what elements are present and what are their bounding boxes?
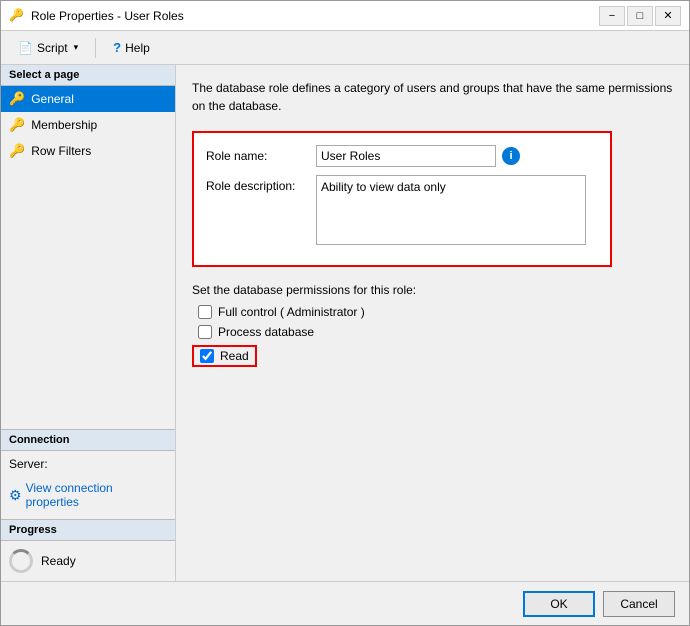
toolbar-separator	[95, 38, 96, 58]
script-label: Script	[37, 41, 68, 55]
role-name-row: Role name: i	[206, 145, 598, 167]
checkbox-row-full: Full control ( Administrator )	[192, 305, 673, 319]
restore-button[interactable]: □	[627, 6, 653, 26]
connection-content: Server: ⚙ View connection properties	[1, 451, 175, 519]
server-label: Server:	[9, 457, 167, 471]
script-button[interactable]: 📄 Script ▾	[11, 37, 85, 59]
help-button[interactable]: ? Help	[106, 36, 157, 59]
sidebar-item-membership-label: Membership	[31, 118, 97, 132]
title-bar-controls: − □ ✕	[599, 6, 681, 26]
role-name-input[interactable]	[316, 145, 496, 167]
cancel-button[interactable]: Cancel	[603, 591, 675, 617]
full-control-label: Full control ( Administrator )	[218, 305, 365, 319]
full-control-checkbox[interactable]	[198, 305, 212, 319]
select-page-title: Select a page	[1, 65, 175, 86]
minimize-button[interactable]: −	[599, 6, 625, 26]
view-connection-link[interactable]: ⚙ View connection properties	[9, 477, 167, 513]
role-description-textarea[interactable]: Ability to view data only	[316, 175, 586, 245]
help-icon: ?	[113, 40, 121, 55]
content-area: The database role defines a category of …	[176, 65, 689, 581]
permissions-section: Set the database permissions for this ro…	[192, 283, 673, 367]
role-name-input-group: i	[316, 145, 598, 167]
rowfilters-icon: 🔑	[9, 143, 25, 159]
footer: OK Cancel	[1, 581, 689, 625]
toolbar: 📄 Script ▾ ? Help	[1, 31, 689, 65]
sidebar-item-general[interactable]: 🔑 General	[1, 86, 175, 112]
script-dropdown-arrow: ▾	[74, 42, 79, 53]
help-label: Help	[125, 41, 150, 55]
form-section: Role name: i Role description: Ability t…	[192, 131, 612, 267]
sidebar-item-membership[interactable]: 🔑 Membership	[1, 112, 175, 138]
info-icon[interactable]: i	[502, 147, 520, 165]
window-title: Role Properties - User Roles	[31, 9, 184, 23]
ready-label: Ready	[41, 554, 76, 568]
close-button[interactable]: ✕	[655, 6, 681, 26]
window-icon: 🔑	[9, 8, 25, 24]
ok-button[interactable]: OK	[523, 591, 595, 617]
description-text: The database role defines a category of …	[192, 79, 673, 115]
title-bar-left: 🔑 Role Properties - User Roles	[9, 8, 184, 24]
main-window: 🔑 Role Properties - User Roles − □ ✕ 📄 S…	[0, 0, 690, 626]
role-description-row: Role description: Ability to view data o…	[206, 175, 598, 245]
view-connection-icon: ⚙	[9, 487, 22, 504]
sidebar-item-general-label: General	[31, 92, 74, 106]
progress-content: Ready	[1, 541, 175, 581]
view-connection-label: View connection properties	[26, 481, 167, 509]
sidebar-item-rowfilters-label: Row Filters	[31, 144, 91, 158]
role-description-label: Role description:	[206, 175, 316, 193]
process-database-label: Process database	[218, 325, 314, 339]
checkbox-row-read: Read	[192, 345, 257, 367]
general-icon: 🔑	[9, 91, 25, 107]
role-name-label: Role name:	[206, 145, 316, 163]
progress-spinner	[9, 549, 33, 573]
process-database-checkbox[interactable]	[198, 325, 212, 339]
read-checkbox[interactable]	[200, 349, 214, 363]
sidebar: Select a page 🔑 General 🔑 Membership 🔑 R…	[1, 65, 176, 581]
script-icon: 📄	[18, 41, 33, 55]
connection-section-title: Connection	[1, 429, 175, 451]
permissions-label: Set the database permissions for this ro…	[192, 283, 673, 297]
progress-section-title: Progress	[1, 519, 175, 541]
title-bar: 🔑 Role Properties - User Roles − □ ✕	[1, 1, 689, 31]
read-label: Read	[220, 349, 249, 363]
membership-icon: 🔑	[9, 117, 25, 133]
main-content: Select a page 🔑 General 🔑 Membership 🔑 R…	[1, 65, 689, 581]
checkbox-row-process: Process database	[192, 325, 673, 339]
sidebar-item-rowfilters[interactable]: 🔑 Row Filters	[1, 138, 175, 164]
